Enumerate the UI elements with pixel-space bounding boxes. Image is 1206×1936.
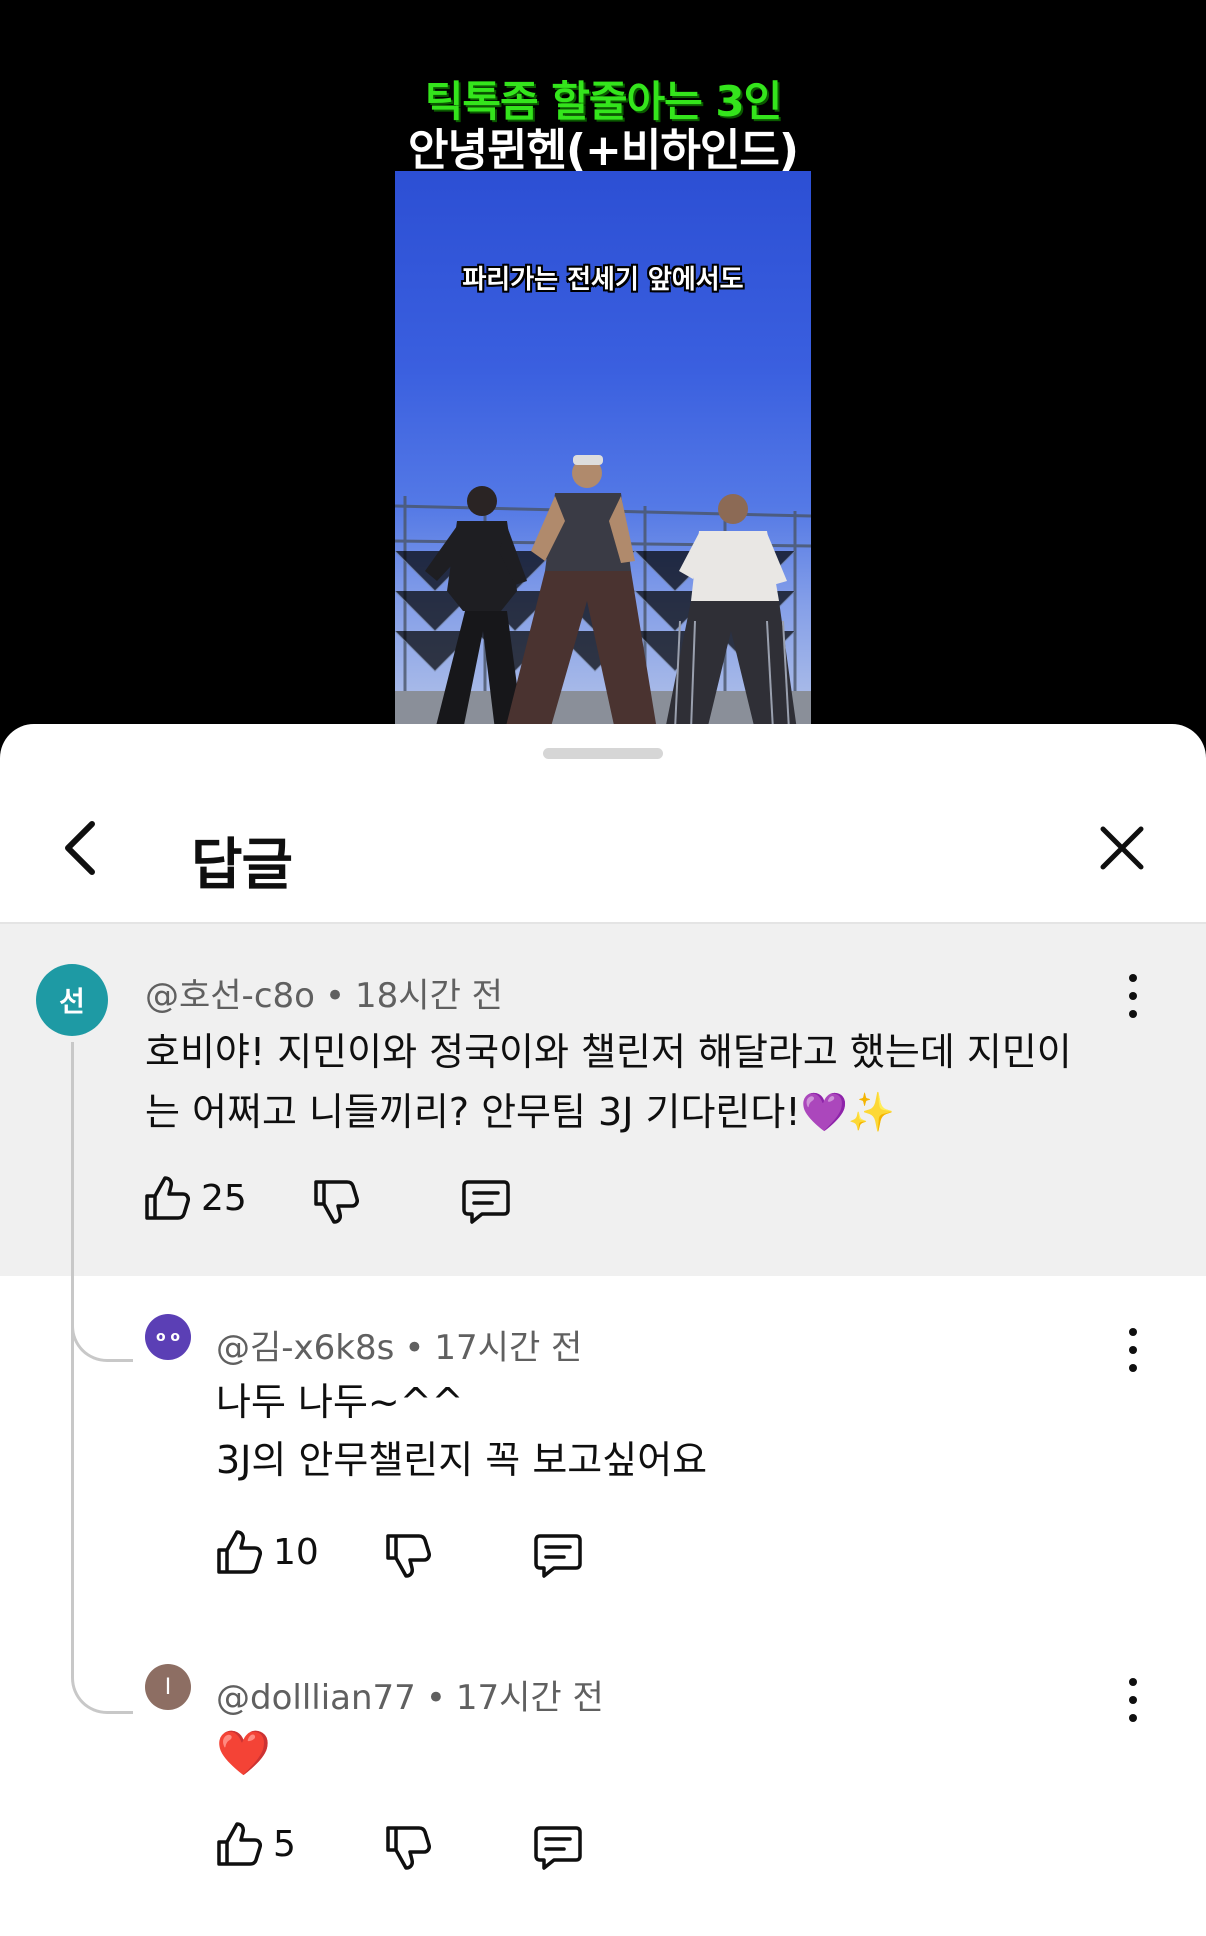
comment-text-line2: 3J의 안무챌린지 꼭 보고싶어요 xyxy=(216,1438,708,1482)
meta-separator: • xyxy=(404,1328,425,1368)
close-button[interactable] xyxy=(1092,818,1152,878)
drag-handle[interactable] xyxy=(543,748,663,759)
avatar[interactable]: 선 xyxy=(36,964,108,1036)
avatar[interactable]: I xyxy=(145,1664,191,1710)
thumbs-down-icon xyxy=(386,1826,431,1870)
like-button[interactable]: 5 xyxy=(215,1820,296,1868)
comment-time: 18시간 전 xyxy=(355,976,503,1016)
video-player[interactable]: 틱톡좀 할줄아는 3인 안녕뮌헨(+비하인드) 파리가는 전세기 앞에서도 xyxy=(0,0,1206,730)
thumbs-up-icon xyxy=(217,1822,262,1866)
comment-text: ❤️ xyxy=(216,1728,271,1779)
sheet-title: 답글 xyxy=(191,833,293,898)
dislike-button[interactable] xyxy=(384,1824,432,1872)
comment-meta: @dolllian77 • 17시간 전 xyxy=(216,1670,604,1719)
thumbs-down-icon xyxy=(386,1534,431,1578)
sheet-header: 답글 xyxy=(0,770,1206,922)
thumbs-up-icon xyxy=(217,1530,262,1574)
thumbs-down-icon xyxy=(314,1180,359,1224)
reply-comment-icon xyxy=(534,1826,582,1870)
video-frame: 파리가는 전세기 앞에서도 xyxy=(395,171,811,730)
avatar-letter: o o xyxy=(155,1329,181,1345)
video-subtitle: 파리가는 전세기 앞에서도 xyxy=(462,265,744,295)
comment-author[interactable]: @김-x6k8s xyxy=(216,1328,394,1368)
reply-button[interactable] xyxy=(532,1532,584,1580)
comment-meta: @김-x6k8s • 17시간 전 xyxy=(216,1320,582,1369)
dislike-button[interactable] xyxy=(384,1532,432,1580)
replies-sheet: 답글 선 @호선-c8o • 18시간 전 호비야! 지민이와 정국이와 챌린저 해… xyxy=(0,724,1206,1936)
more-vertical-icon-dot xyxy=(1129,974,1137,982)
meta-separator: • xyxy=(324,976,346,1016)
comment-meta: @호선-c8o • 18시간 전 xyxy=(145,968,503,1017)
comment-time: 17시간 전 xyxy=(455,1678,604,1718)
comment-text-line1: 나두 나두~^^ xyxy=(216,1380,464,1424)
parent-comment: 선 @호선-c8o • 18시간 전 호비야! 지민이와 정국이와 챌린저 해달라고… xyxy=(0,924,1206,1276)
more-options-button[interactable] xyxy=(1113,1672,1153,1728)
avatar[interactable]: o o xyxy=(145,1314,191,1360)
comment-author[interactable]: @dolllian77 xyxy=(216,1678,416,1718)
avatar-letter: I xyxy=(164,1674,172,1700)
comment-author[interactable]: @호선-c8o xyxy=(145,976,315,1016)
like-button[interactable]: 10 xyxy=(215,1528,319,1576)
comment-time: 17시간 전 xyxy=(434,1328,583,1368)
meta-separator: • xyxy=(425,1678,446,1718)
thread-connector xyxy=(71,1624,133,1714)
video-scene xyxy=(395,455,811,730)
dislike-button[interactable] xyxy=(312,1178,360,1226)
like-count: 10 xyxy=(273,1531,319,1573)
like-button[interactable]: 25 xyxy=(143,1174,247,1222)
like-count: 5 xyxy=(273,1823,296,1865)
more-options-button[interactable] xyxy=(1113,1322,1153,1378)
thread-connector xyxy=(71,1276,133,1362)
like-count: 25 xyxy=(201,1177,247,1219)
back-button[interactable] xyxy=(50,818,110,878)
avatar-letter: 선 xyxy=(59,985,85,1018)
chevron-left-icon xyxy=(65,821,95,875)
reply-button[interactable] xyxy=(460,1178,512,1226)
comment-text: 호비야! 지민이와 정국이와 챌린저 해달라고 했는데 지민이는 어쩌고 니들끼… xyxy=(145,1030,1072,1134)
close-icon xyxy=(1100,826,1144,870)
thread-line xyxy=(71,1362,74,1662)
thumbs-up-icon xyxy=(145,1176,190,1220)
reply-button[interactable] xyxy=(532,1824,584,1872)
reply-comment-icon xyxy=(534,1534,582,1578)
video-title-line2: 안녕뮌헨(+비하인드) xyxy=(408,125,799,176)
reply-comment-icon xyxy=(462,1180,510,1224)
more-options-button[interactable] xyxy=(1113,968,1153,1024)
